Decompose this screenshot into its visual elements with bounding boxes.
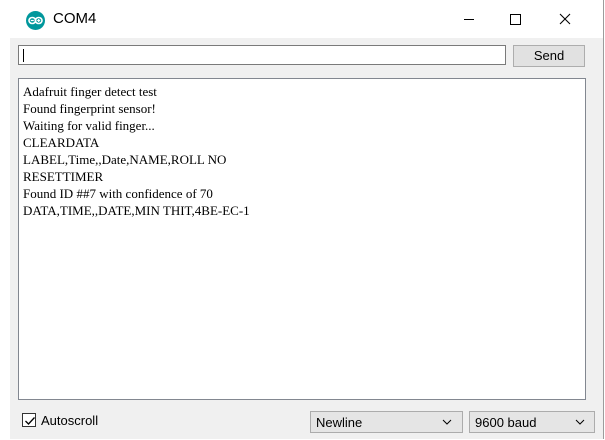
input-toolbar: Send [10,38,603,78]
maximize-icon [510,14,521,25]
output-line: DATA,TIME,,DATE,MIN THIT,4BE-EC-1 [23,203,250,218]
title-bar: COM4 [10,0,603,38]
serial-monitor-window: COM4 Send Adafruit finger detect test Fo… [10,0,604,439]
line-ending-value: Newline [316,415,363,430]
maximize-button[interactable] [492,0,538,38]
send-button[interactable]: Send [513,45,585,67]
chevron-down-icon [575,419,585,425]
baud-rate-value: 9600 baud [475,415,537,430]
window-title: COM4 [53,10,97,27]
serial-input[interactable] [18,45,506,65]
output-line: LABEL,Time,,Date,NAME,ROLL NO [23,152,227,167]
close-button[interactable] [542,0,588,38]
chevron-down-icon [442,419,452,425]
text-caret [23,49,24,62]
baud-rate-select[interactable]: 9600 baud [469,411,595,433]
serial-output[interactable]: Adafruit finger detect test Found finger… [18,78,586,400]
output-lines: Adafruit finger detect test Found finger… [23,83,250,219]
status-bar: Autoscroll Newline 9600 baud [10,405,603,439]
arduino-logo-icon [26,11,45,30]
autoscroll-label: Autoscroll [41,413,99,428]
close-icon [559,13,571,25]
minimize-icon [464,19,474,20]
checkmark-icon [25,417,35,425]
output-line: Waiting for valid finger... [23,118,155,133]
output-line: Adafruit finger detect test [23,84,157,99]
output-line: RESETTIMER [23,169,104,184]
autoscroll-checkbox[interactable] [22,413,36,427]
output-line: Found ID ##7 with confidence of 70 [23,186,213,201]
output-line: CLEARDATA [23,135,100,150]
output-line: Found fingerprint sensor! [23,101,156,116]
line-ending-select[interactable]: Newline [310,411,463,433]
minimize-button[interactable] [446,0,492,38]
